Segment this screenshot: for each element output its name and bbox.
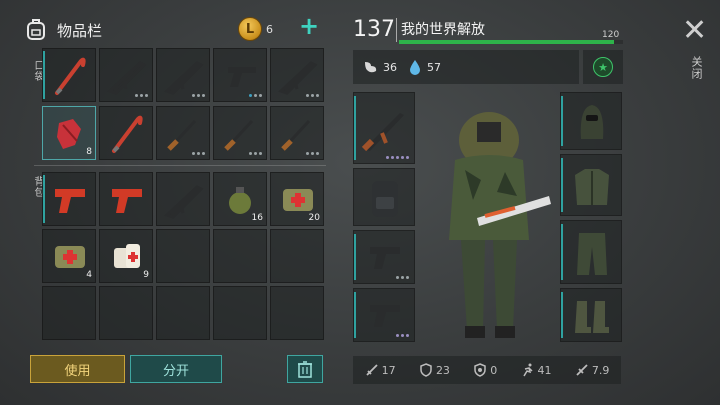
pistol-icon (370, 247, 400, 269)
legs-slot[interactable] (560, 220, 622, 284)
rifle-icon (164, 185, 204, 219)
shotgun-icon (167, 119, 197, 151)
backpack-slot[interactable] (213, 286, 267, 340)
backpack-slot[interactable] (99, 286, 153, 340)
trash-icon (298, 361, 312, 378)
close-label: 关闭 (690, 56, 703, 80)
crowbar-icon (55, 57, 86, 95)
pants-icon (577, 233, 607, 275)
stat-damage: 17 (365, 363, 396, 377)
trash-button[interactable] (287, 355, 323, 383)
use-button[interactable]: 使用 (30, 355, 125, 383)
boots-icon (575, 301, 609, 333)
thirst-value: 57 (427, 61, 441, 74)
weapon-slot-primary[interactable] (353, 92, 415, 164)
star-icon: ★ (593, 57, 613, 77)
rifle-icon (107, 61, 147, 95)
backpack-slot[interactable]: 4 (42, 229, 96, 283)
player-level: 137 (353, 17, 395, 42)
backpack-slot[interactable] (42, 172, 96, 226)
inventory-title: 物品栏 (57, 22, 103, 40)
backpack-icon (27, 19, 45, 40)
pocket-slot[interactable] (270, 48, 324, 102)
stat-speed: 41 (521, 363, 552, 377)
pocket-slot[interactable] (213, 106, 267, 160)
item-count: 16 (251, 213, 263, 223)
coin-icon: L (238, 17, 262, 41)
split-button[interactable]: 分开 (130, 355, 222, 383)
ak-rifle-icon (361, 113, 404, 152)
rifle-icon (278, 61, 318, 95)
flare-gun-icon (55, 189, 85, 213)
shotgun-icon (281, 119, 311, 151)
shield-icon (420, 363, 432, 377)
pocket-slot[interactable] (213, 48, 267, 102)
backpack-slot[interactable] (42, 286, 96, 340)
hunger-value: 36 (383, 61, 397, 74)
stomach-icon (365, 62, 377, 73)
item-count: 8 (86, 147, 92, 157)
pistol-icon (370, 305, 400, 327)
item-count: 9 (143, 270, 149, 280)
crowbar-icon (112, 115, 143, 153)
pocket-slot[interactable] (99, 106, 153, 160)
shotgun-icon (224, 119, 254, 151)
section-divider (34, 165, 326, 166)
player-name: 我的世界解放 (401, 22, 485, 38)
pocket-slot[interactable] (99, 48, 153, 102)
weight-icon (576, 364, 588, 376)
radiation-icon (474, 363, 486, 377)
pocket-slot[interactable] (156, 48, 210, 102)
coin-count: 6 (266, 23, 273, 36)
pocket-slot[interactable] (156, 106, 210, 160)
level-separator (396, 18, 397, 42)
rank-button[interactable]: ★ (583, 50, 623, 84)
water-drop-icon (410, 60, 420, 75)
combat-stats-bar: 17 23 0 41 7.9 (353, 356, 621, 384)
hp-max: 120 (602, 30, 620, 40)
pistol-icon (228, 67, 256, 87)
pocket-slot[interactable] (42, 48, 96, 102)
body-slot[interactable] (560, 154, 622, 216)
hp-bar (399, 40, 623, 44)
backpack-slot[interactable] (270, 229, 324, 283)
backpack-slot[interactable] (156, 172, 210, 226)
item-count: 20 (308, 213, 320, 223)
sword-icon (366, 364, 378, 376)
sidearm-slot[interactable] (353, 230, 415, 284)
stat-weight: 7.9 (575, 363, 609, 377)
character-model (449, 112, 551, 338)
add-coins-button[interactable]: + (299, 14, 319, 38)
backpack-slot[interactable]: 20 (270, 172, 324, 226)
rifle-icon (164, 61, 204, 95)
head-slot[interactable] (560, 92, 622, 150)
survival-stats: 36 57 (353, 50, 579, 84)
backpack-slot[interactable]: 16 (213, 172, 267, 226)
backpack-gear-slot[interactable] (353, 168, 415, 226)
pocket-slot[interactable] (270, 106, 324, 160)
backpack-slot[interactable] (213, 229, 267, 283)
run-icon (522, 363, 533, 377)
pocket-slot[interactable]: 8 (42, 106, 96, 160)
balaclava-icon (580, 105, 604, 139)
backpack-slot[interactable] (156, 286, 210, 340)
flare-gun-icon (112, 189, 142, 213)
item-count: 4 (86, 270, 92, 280)
backpack-slot[interactable]: 9 (99, 229, 153, 283)
stat-armor: 23 (419, 363, 450, 377)
backpack-slot[interactable] (270, 286, 324, 340)
feet-slot[interactable] (560, 288, 622, 342)
sidearm-slot[interactable] (353, 288, 415, 342)
hp-bar-fill (399, 40, 615, 44)
close-button[interactable]: ✕ (682, 16, 707, 46)
backpack-slot[interactable] (156, 229, 210, 283)
backpack-icon (372, 181, 398, 217)
backpack-slot[interactable] (99, 172, 153, 226)
jacket-icon (575, 169, 609, 205)
stat-radiation: 0 (473, 363, 497, 377)
